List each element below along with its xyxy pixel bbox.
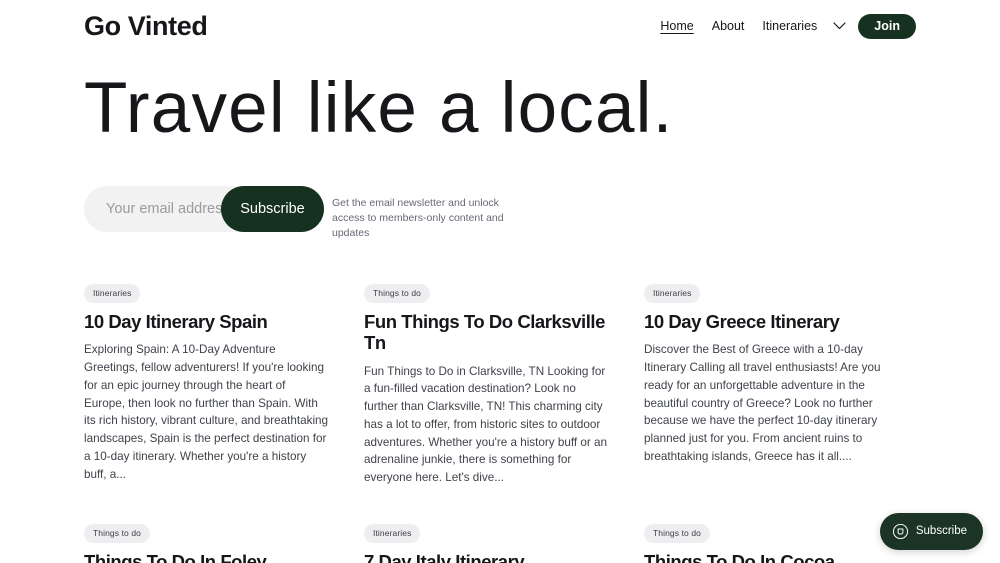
post-card[interactable]: Itineraries 10 Day Greece Itinerary Disc… [644,283,889,487]
post-grid: Itineraries 10 Day Itinerary Spain Explo… [84,283,916,563]
post-title[interactable]: 10 Day Itinerary Spain [84,311,329,332]
post-title[interactable]: Things To Do In Cocoa Beach Fl [644,551,889,563]
post-tag[interactable]: Itineraries [364,524,421,543]
post-tag[interactable]: Things to do [644,524,710,543]
nav-item-itineraries[interactable]: Itineraries [753,20,826,33]
post-excerpt: Fun Things to Do in Clarksville, TN Look… [364,364,608,485]
post-title[interactable]: Fun Things To Do Clarksville Tn [364,311,609,354]
post-tag[interactable]: Itineraries [644,284,701,303]
post-tag[interactable]: Itineraries [84,284,141,303]
post-title[interactable]: Things To Do In Foley Alabama [84,551,329,563]
post-card[interactable]: Things to do Things To Do In Foley Alaba… [84,523,329,563]
hero-section: Travel like a local. [84,69,924,148]
portal-subscribe-button[interactable]: Subscribe [879,513,983,550]
join-button[interactable]: Join [858,13,916,39]
post-card[interactable]: Itineraries 7 Day Italy Itinerary A Memo… [364,523,609,563]
chevron-down-icon[interactable] [828,15,850,37]
post-card[interactable]: Itineraries 10 Day Itinerary Spain Explo… [84,283,329,487]
nav-item-home[interactable]: Home [651,20,702,33]
post-excerpt: Exploring Spain: A 10-Day Adventure Gree… [84,343,329,481]
portal-subscribe-label: Subscribe [915,524,967,537]
post-tag[interactable]: Things to do [364,284,430,303]
post-title[interactable]: 7 Day Italy Itinerary [364,551,609,563]
post-card[interactable]: Things to do Fun Things To Do Clarksvill… [364,283,609,487]
subscribe-button[interactable]: Subscribe [221,186,324,232]
post-card[interactable]: Things to do Things To Do In Cocoa Beach… [644,523,889,563]
hero-title: Travel like a local. [84,69,674,148]
post-excerpt: Discover the Best of Greece with a 10-da… [644,343,881,463]
page-root: Go Vinted Home About Itineraries Join Tr… [0,0,1000,563]
site-header: Go Vinted Home About Itineraries Join [0,0,1000,52]
site-logo[interactable]: Go Vinted [84,12,208,40]
subscribe-helper-text: Get the email newsletter and unlock acce… [332,197,504,239]
post-title[interactable]: 10 Day Greece Itinerary [644,311,889,332]
post-tag[interactable]: Things to do [84,524,150,543]
ghost-portal-icon [892,523,909,540]
nav-item-about[interactable]: About [703,20,754,33]
main-navigation: Home About Itineraries Join [651,13,916,39]
